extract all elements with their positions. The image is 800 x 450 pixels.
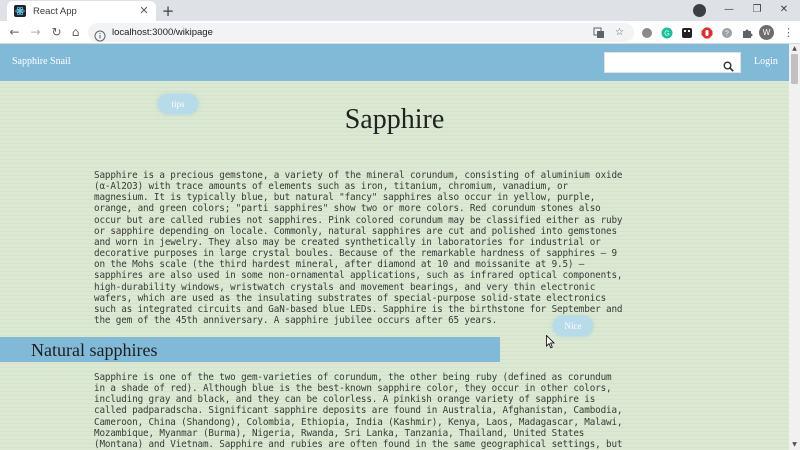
search-input[interactable] <box>605 53 723 72</box>
site-navbar: Sapphire Snail Login <box>0 44 789 81</box>
section-heading-bar: Natural sapphires <box>0 337 500 362</box>
intro-paragraph: Sapphire is a precious gemstone, a varie… <box>94 170 623 327</box>
react-favicon-icon <box>14 5 26 17</box>
scroll-down-arrow-icon[interactable]: ▼ <box>789 440 800 450</box>
browser-menu-icon[interactable]: ⋮ <box>783 25 794 40</box>
tab-search-icon[interactable] <box>693 4 706 17</box>
nice-bubble[interactable]: Nice <box>553 316 593 336</box>
browser-toolbar: ← → ↻ ⌂ localhost:3000/wikipage ☆ G ? W … <box>0 21 800 44</box>
forward-button[interactable]: → <box>27 24 44 41</box>
site-info-icon[interactable] <box>94 27 106 41</box>
extension-cloud-icon[interactable] <box>640 26 653 39</box>
site-brand[interactable]: Sapphire Snail <box>12 56 71 67</box>
address-bar[interactable]: localhost:3000/wikipage ☆ <box>88 23 634 42</box>
minimize-button[interactable]: — <box>719 2 739 18</box>
page-title: Sapphire <box>344 104 445 135</box>
restore-button[interactable]: ❐ <box>747 2 767 18</box>
natural-sapphires-paragraph: Sapphire is one of the two gem-varieties… <box>94 372 623 450</box>
page-scrollbar[interactable]: ▲ ▼ <box>789 44 800 450</box>
translate-icon[interactable] <box>592 26 605 39</box>
extensions-puzzle-icon[interactable] <box>740 26 753 39</box>
section-heading: Natural sapphires <box>31 340 158 360</box>
search-icon[interactable] <box>723 57 734 72</box>
home-button[interactable]: ⌂ <box>67 24 84 41</box>
browser-tab[interactable]: React App ✕ <box>7 1 156 21</box>
new-tab-button[interactable]: + <box>160 3 176 19</box>
login-link[interactable]: Login <box>754 56 778 67</box>
tab-title: React App <box>33 5 77 17</box>
scroll-thumb[interactable] <box>791 54 798 84</box>
extension-dark-icon[interactable] <box>680 26 693 39</box>
browser-tab-strip: React App ✕ + — ❐ ✕ <box>0 0 800 21</box>
extension-grammarly-icon[interactable]: G <box>660 26 673 39</box>
reload-button[interactable]: ↻ <box>48 24 65 41</box>
tab-close-icon[interactable]: ✕ <box>137 4 151 18</box>
svg-text:?: ? <box>725 30 729 37</box>
bookmark-star-icon[interactable]: ☆ <box>613 26 626 39</box>
url-text[interactable]: localhost:3000/wikipage <box>112 27 592 38</box>
extension-help-icon[interactable]: ? <box>720 26 733 39</box>
extension-adblock-icon[interactable] <box>700 26 713 39</box>
back-button[interactable]: ← <box>6 24 23 41</box>
scroll-up-arrow-icon[interactable]: ▲ <box>789 44 800 54</box>
page-viewport: Sapphire Snail Login tips Sapphire Sapph… <box>0 44 789 450</box>
close-window-button[interactable]: ✕ <box>774 2 794 18</box>
mouse-cursor-icon <box>546 334 555 349</box>
profile-avatar[interactable]: W <box>759 25 774 40</box>
svg-text:G: G <box>664 30 669 37</box>
search-box[interactable] <box>604 52 741 73</box>
